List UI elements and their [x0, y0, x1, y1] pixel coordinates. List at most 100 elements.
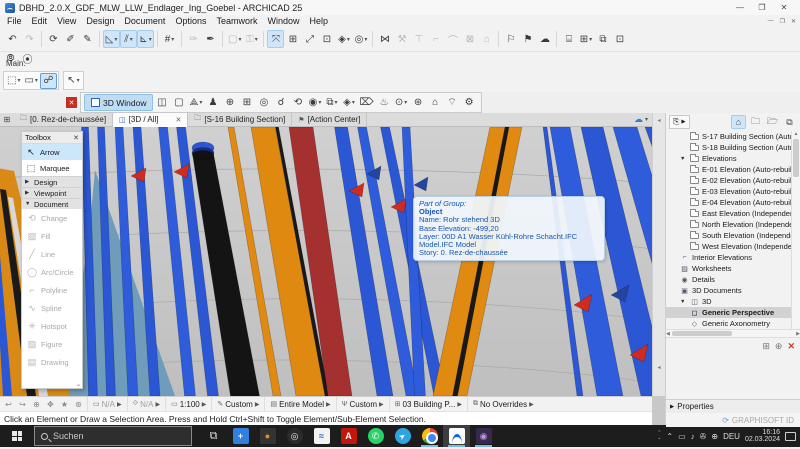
menu-document[interactable]: Document [119, 16, 170, 26]
marquee-tool[interactable]: ⬚ Marquee [22, 160, 82, 176]
layer-combination-field[interactable]: ▤Entire Model▶ [264, 397, 335, 412]
alert-badge-icon[interactable]: ✕ [66, 97, 77, 108]
spline-tool[interactable]: ∿Spline [22, 299, 82, 317]
polyline-tool[interactable]: ⌐Polyline [22, 281, 82, 299]
fillet-icon[interactable]: ⌒ [444, 30, 461, 48]
share-icon[interactable]: ⌔ [444, 94, 461, 112]
whatsapp-app-icon[interactable]: ✆ [362, 425, 389, 447]
camera-add-icon[interactable]: ⊛ [410, 94, 427, 112]
selection-preset-icon[interactable]: ▭▾ [22, 73, 39, 89]
tree-item[interactable]: E-02 Elevation (Auto-rebuild [666, 175, 800, 186]
toolbox-app-icon[interactable]: + [227, 425, 254, 447]
scroll-up-icon[interactable]: ▲ [792, 131, 800, 137]
archicad-app-icon[interactable] [443, 425, 470, 447]
brush-icon[interactable]: ⌦ [357, 94, 375, 112]
undo-icon[interactable]: ↶ [4, 30, 21, 48]
orbit-icon[interactable]: ⟳ [45, 30, 62, 48]
camera-icon[interactable]: ⊙▾ [393, 94, 410, 112]
tab-3[interactable]: 🗀[S-16 Building Section] [188, 113, 292, 127]
tree-item[interactable]: South Elevation (Independe [666, 230, 800, 241]
project-chooser-button[interactable]: ⎘ ▶ [669, 115, 690, 129]
tree-vertical-scrollbar[interactable]: ▲ [791, 131, 800, 329]
defender-icon[interactable]: ✇ [700, 432, 707, 441]
child-close-button[interactable]: ✕ [791, 18, 796, 25]
menu-window[interactable]: Window [262, 16, 304, 26]
obs-app-icon[interactable]: ◎ [281, 425, 308, 447]
tree-item[interactable]: West Elevation (Independer [666, 241, 800, 252]
language-indicator[interactable]: DEU [723, 432, 740, 441]
bimx-app-icon[interactable]: ≈ [308, 425, 335, 447]
pan-icon[interactable]: ✥ [44, 400, 57, 409]
layout-book-icon[interactable]: 🗁 [765, 115, 780, 129]
collapse-left-icon[interactable]: ◂ [657, 117, 660, 124]
filter-elements-icon[interactable]: ◈▾ [340, 94, 357, 112]
tablet-icon[interactable]: ▭ [678, 432, 686, 441]
guide-lines-icon[interactable]: ⫽▾ [120, 30, 137, 48]
arrow-tool[interactable]: ↖ Arrow [22, 144, 82, 160]
start-button[interactable] [0, 425, 34, 447]
revision-icon[interactable]: ⧉ [594, 30, 611, 48]
quick-option-na-2[interactable]: ⟐N/A▶ [127, 397, 166, 412]
3d-scene[interactable] [0, 127, 652, 396]
clone-folder-icon[interactable]: ⊕ [775, 341, 783, 352]
scroll-left-icon[interactable]: ◀ [666, 331, 670, 337]
group-icon[interactable]: ▢▾ [226, 30, 243, 48]
view-settings-icon[interactable]: ⊞ [762, 341, 770, 352]
split-icon[interactable]: ⋈ [376, 30, 393, 48]
arrow-tool-icon[interactable]: ↖▾ [65, 73, 82, 89]
toolbox-section-document[interactable]: ▼ Document [22, 198, 82, 209]
tree-item[interactable]: ⌐Interior Elevations [666, 252, 800, 263]
gravity-icon[interactable]: ✑ [185, 30, 202, 48]
tab-1[interactable]: 🗀[0. Rez-de-chaussée] [14, 113, 113, 127]
notification-center-icon[interactable] [785, 432, 796, 441]
taskbar-search-input[interactable]: Suchen [34, 426, 192, 446]
menu-teamwork[interactable]: Teamwork [211, 16, 262, 26]
flag-all-icon[interactable]: ⚑ [519, 30, 536, 48]
telegram-app-icon[interactable]: ➤ [389, 425, 416, 447]
intersect-icon[interactable]: ⊤ [410, 30, 427, 48]
panel-splitter[interactable]: ◂ ◂ [652, 113, 665, 396]
hotspot-tool[interactable]: ✳Hotspot [22, 317, 82, 335]
modify-icon[interactable]: ◈▾ [335, 30, 352, 48]
cutaway-icon[interactable]: ▢ [170, 94, 187, 112]
magnet-icon[interactable]: ☍ [40, 73, 57, 89]
graphisoft-id-row[interactable]: ⟳ GRAPHISOFT ID [666, 413, 800, 427]
menu-view[interactable]: View [52, 16, 81, 26]
pick-up-parameters-icon[interactable]: ✐ [62, 30, 79, 48]
trim-icon[interactable]: ⌐ [427, 30, 444, 48]
toolbox-close-icon[interactable]: ✕ [73, 134, 79, 142]
chevron-down-icon[interactable]: ▼ [680, 299, 687, 305]
view-map-icon[interactable]: 🗀 [748, 115, 763, 129]
popup-navigator-icon[interactable]: ⊞ [0, 115, 14, 124]
menu-help[interactable]: Help [305, 16, 334, 26]
graphic-override-field[interactable]: ⧉No Overrides▶ [467, 397, 539, 412]
scroll-thumb[interactable] [672, 331, 732, 336]
project-map-icon[interactable]: ⌂ [731, 115, 746, 129]
issue-icon[interactable]: ⊞▾ [577, 30, 594, 48]
adjust-icon[interactable]: ⚒ [393, 30, 410, 48]
audio-icon[interactable]: ♪ [691, 432, 695, 441]
dimension-style-field[interactable]: ⊞03 Building P...▶ [389, 397, 467, 412]
fit-view-icon[interactable]: ⊞ [238, 94, 255, 112]
cloud-save-icon[interactable]: ☁ [536, 30, 553, 48]
task-view-icon[interactable]: ⧉ [200, 425, 227, 447]
drawing-tool[interactable]: ▤Drawing [22, 353, 82, 371]
align-icon[interactable]: ◎▾ [352, 30, 369, 48]
tree-horizontal-scrollbar[interactable]: ◀ ▶ [666, 329, 800, 338]
tab-close-icon[interactable]: ✕ [175, 116, 181, 124]
back-icon[interactable]: ↩ [2, 400, 15, 409]
tree-item[interactable]: E-04 Elevation (Auto-rebuild [666, 197, 800, 208]
figure-tool[interactable]: ▧Figure [22, 335, 82, 353]
drag-icon[interactable]: ⤧ [267, 30, 284, 48]
tree-item[interactable]: ▨Worksheets [666, 263, 800, 274]
tree-item[interactable]: ◇Generic Axonometry [666, 318, 800, 329]
publisher-icon[interactable]: ⧉ [782, 115, 797, 129]
redo-icon[interactable]: ↷ [21, 30, 38, 48]
chevron-down-icon[interactable]: ▼ [680, 156, 687, 162]
menu-file[interactable]: File [2, 16, 27, 26]
scale-field[interactable]: ▭1:100▶ [165, 397, 211, 412]
marquee-preset-icon[interactable]: ⬚▾ [5, 73, 22, 89]
tree-item[interactable]: North Elevation (Independe [666, 219, 800, 230]
bucket-icon[interactable]: ♨ [376, 94, 393, 112]
cut-plane-icon[interactable]: ◫ [153, 94, 170, 112]
